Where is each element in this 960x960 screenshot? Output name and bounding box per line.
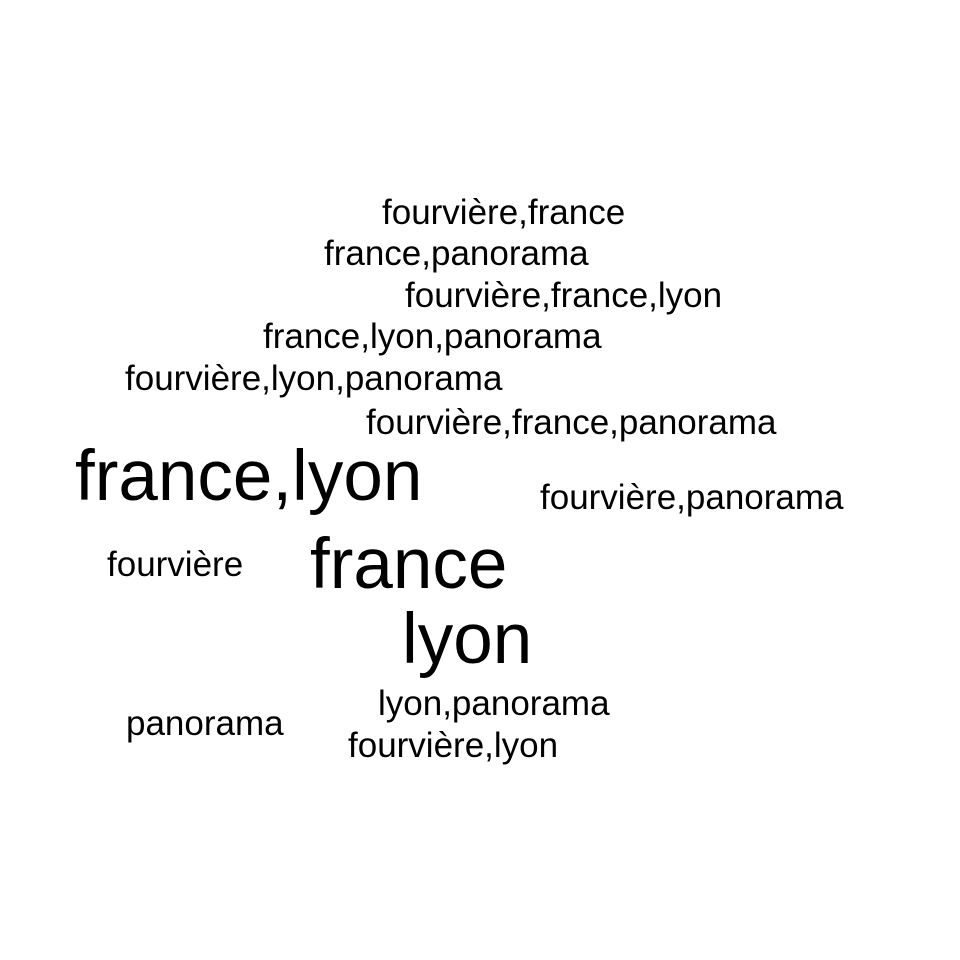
word-france-lyon: france,lyon [75,437,423,516]
word-cloud: fourvière,france france,panorama fourviè… [0,0,960,960]
word-france: france [310,525,508,604]
word-fourviere-lyon-panorama: fourvière,lyon,panorama [125,359,503,398]
word-lyon-panorama: lyon,panorama [378,684,610,723]
word-fourviere-lyon: fourvière,lyon [348,726,559,765]
word-fourviere: fourvière [107,545,244,584]
word-lyon: lyon [402,600,533,679]
word-fourviere-france-panorama: fourvière,france,panorama [366,403,777,442]
word-france-lyon-panorama: france,lyon,panorama [263,317,602,356]
word-panorama: panorama [126,704,284,743]
word-fourviere-france: fourvière,france [382,193,626,232]
word-france-panorama: france,panorama [324,234,589,273]
word-fourviere-panorama: fourvière,panorama [540,478,844,517]
word-fourviere-france-lyon: fourvière,france,lyon [405,276,723,315]
